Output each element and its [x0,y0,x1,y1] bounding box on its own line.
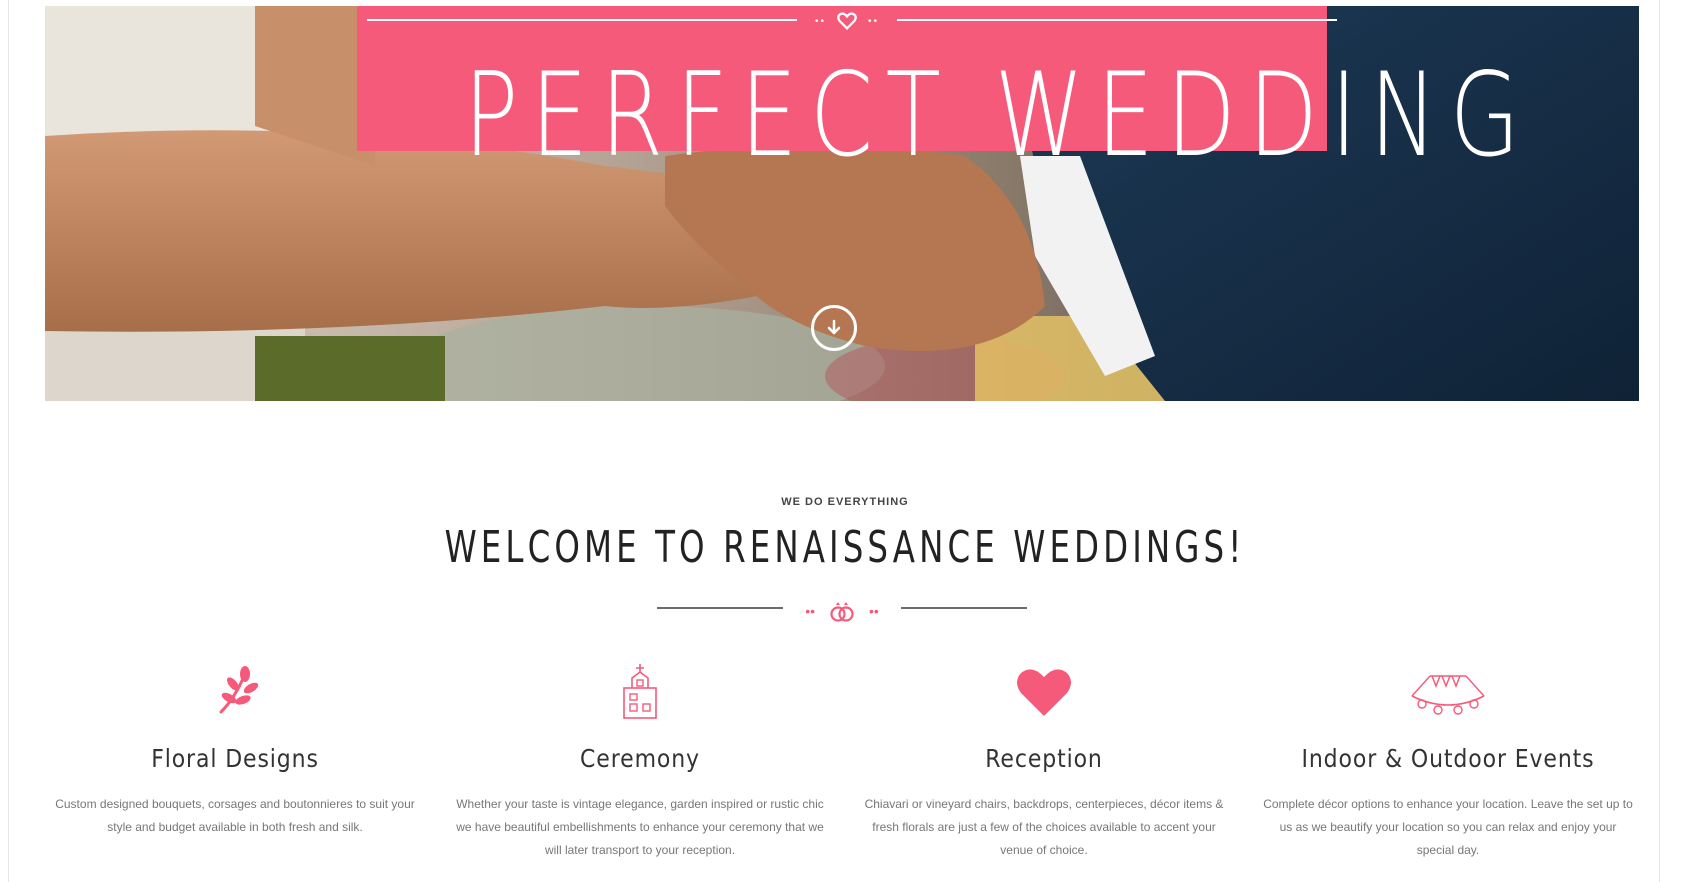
feature-indoor-outdoor-events: Indoor & Outdoor Events Complete décor o… [1258,662,1638,862]
floral-branch-icon [219,666,259,714]
heart-icon [837,12,857,30]
feature-text: Complete décor options to enhance your l… [1263,797,1633,857]
hero-title: PERFECT WEDDING [463,48,1533,183]
heart-icon [1017,669,1071,716]
divider-line-left [657,607,783,609]
divider-line-right [901,607,1027,609]
feature-text: Whether your taste is vintage elegance, … [456,797,824,857]
feature-title: Ceremony [580,744,700,773]
section-eyebrow: WE DO EVERYTHING [781,496,909,508]
chapel-icon [623,664,657,719]
ornament-line-left [367,19,797,21]
section-divider: •• •• [657,596,1027,622]
feature-text: Custom designed bouquets, corsages and b… [55,797,415,834]
feature-floral-designs: Floral Designs Custom designed bouquets,… [45,662,425,839]
feature-reception: Reception Chiavari or vineyard chairs, b… [854,662,1234,862]
arrow-down-circle-icon [827,319,841,335]
hero-section: •• •• PERFECT WEDDING [45,6,1639,401]
section-title: WELCOME TO RENAISSANCE WEDDINGS! [444,522,1246,573]
title-ornament: •• •• [797,10,897,32]
rings-icon [830,602,854,622]
ornament-line-right [897,19,1337,21]
scroll-down-button[interactable] [811,305,857,351]
bunting-garland-icon [1411,675,1485,715]
features-row: Floral Designs Custom designed bouquets,… [45,662,1639,882]
feature-title: Indoor & Outdoor Events [1301,744,1595,773]
feature-title: Floral Designs [151,744,319,773]
feature-text: Chiavari or vineyard chairs, backdrops, … [864,797,1224,857]
feature-ceremony: Ceremony Whether your taste is vintage e… [450,662,830,862]
divider-ornament: •• •• [785,600,899,622]
feature-title: Reception [985,744,1103,773]
